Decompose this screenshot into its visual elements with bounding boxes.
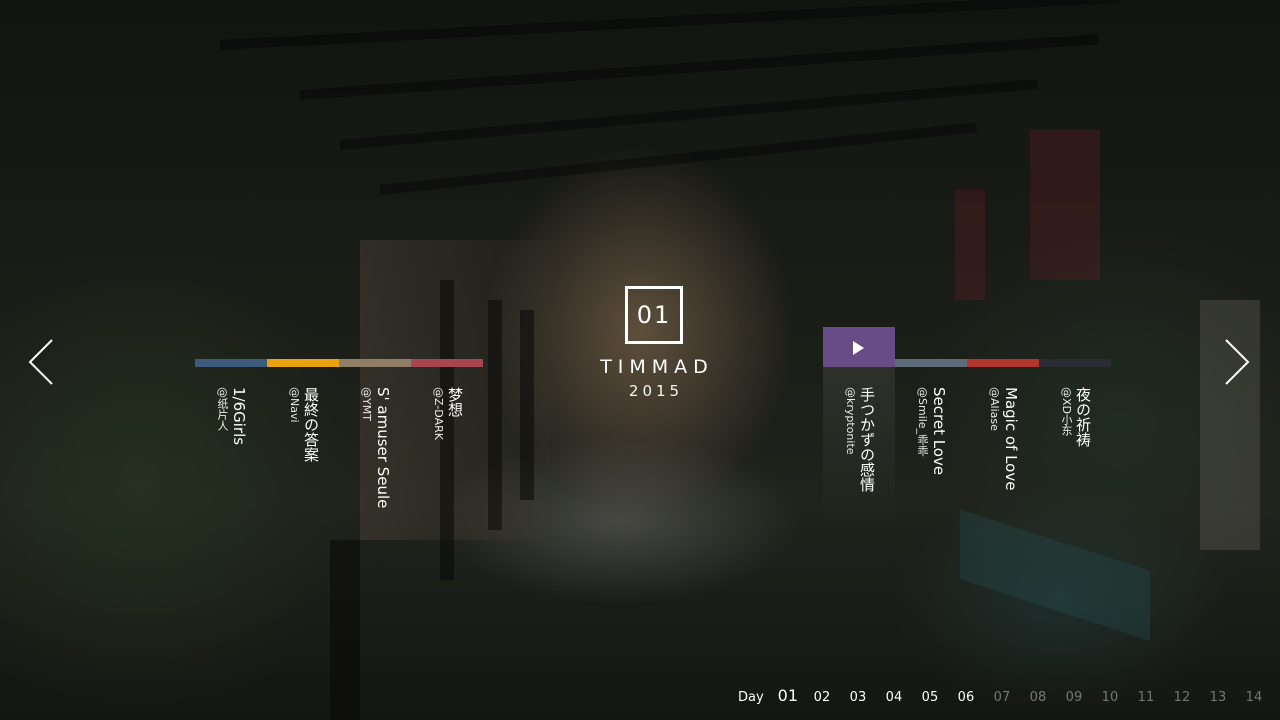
track-item[interactable]: 1/6Girls @纸片人 [195, 359, 267, 445]
track-title: 手つかずの感情 [858, 387, 876, 492]
track-color-bar [195, 359, 267, 367]
track-color-bar [339, 359, 411, 367]
day-10[interactable]: 10 [1102, 690, 1138, 705]
album-number: 01 [625, 286, 683, 344]
track-item[interactable]: 夜の祈祷 @XD小东 [1039, 359, 1111, 447]
chevron-left-icon [28, 339, 53, 385]
day-07[interactable]: 07 [994, 690, 1030, 705]
track-artist: @XD小东 [1060, 387, 1073, 437]
track-item[interactable]: 梦想 @Z-DARK [411, 359, 483, 440]
track-artist: @Smile_乖乖 [916, 387, 929, 457]
track-title: Secret Love [930, 387, 948, 476]
track-artist: @Aliase [988, 387, 1001, 431]
day-label: Day [738, 690, 764, 705]
day-02[interactable]: 02 [814, 690, 850, 705]
track-item[interactable]: S' amuser Seule @YMT [339, 359, 411, 508]
next-arrow-button[interactable] [1214, 338, 1254, 386]
day-selector: Day 01 02 03 04 05 06 07 08 09 10 11 12 13 14 [738, 686, 1280, 710]
track-color-bar [411, 359, 483, 367]
track-title: 1/6Girls [230, 387, 248, 446]
track-color-bar [895, 359, 967, 367]
track-color-bar [267, 359, 339, 367]
day-06[interactable]: 06 [958, 690, 994, 705]
day-09[interactable]: 09 [1066, 690, 1102, 705]
track-artist: @kryptonite [844, 387, 857, 455]
day-03[interactable]: 03 [850, 690, 886, 705]
day-11[interactable]: 11 [1138, 690, 1174, 705]
track-title: 夜の祈祷 [1074, 387, 1092, 447]
track-artist: @纸片人 [216, 387, 229, 431]
play-icon [853, 341, 864, 355]
album-logo: 01 TIMMAD 2015 [592, 286, 716, 400]
prev-arrow-button[interactable] [24, 338, 64, 386]
track-item[interactable]: 手つかずの感情 @kryptonite [823, 327, 895, 527]
day-05[interactable]: 05 [922, 690, 958, 705]
album-title: TIMMAD [600, 356, 714, 378]
day-13[interactable]: 13 [1210, 690, 1246, 705]
play-button[interactable] [823, 327, 895, 367]
album-year: 2015 [628, 382, 684, 400]
track-title: 梦想 [446, 387, 464, 417]
track-item[interactable]: Magic of Love @Aliase [967, 359, 1039, 490]
track-artist: @Z-DARK [432, 387, 445, 440]
chevron-right-icon [1225, 339, 1250, 385]
track-artist: @YMT [360, 387, 373, 421]
track-item[interactable]: 最終の答案 @Navi [267, 359, 339, 462]
day-14[interactable]: 14 [1246, 690, 1280, 705]
track-color-bar [967, 359, 1039, 367]
track-artist: @Navi [288, 387, 301, 423]
day-04[interactable]: 04 [886, 690, 922, 705]
track-item[interactable]: Secret Love @Smile_乖乖 [895, 359, 967, 475]
day-01[interactable]: 01 [778, 686, 814, 705]
track-title: Magic of Love [1002, 387, 1020, 491]
track-title: S' amuser Seule [374, 387, 392, 509]
track-color-bar [1039, 359, 1111, 367]
track-title: 最終の答案 [302, 387, 320, 462]
day-12[interactable]: 12 [1174, 690, 1210, 705]
day-08[interactable]: 08 [1030, 690, 1066, 705]
